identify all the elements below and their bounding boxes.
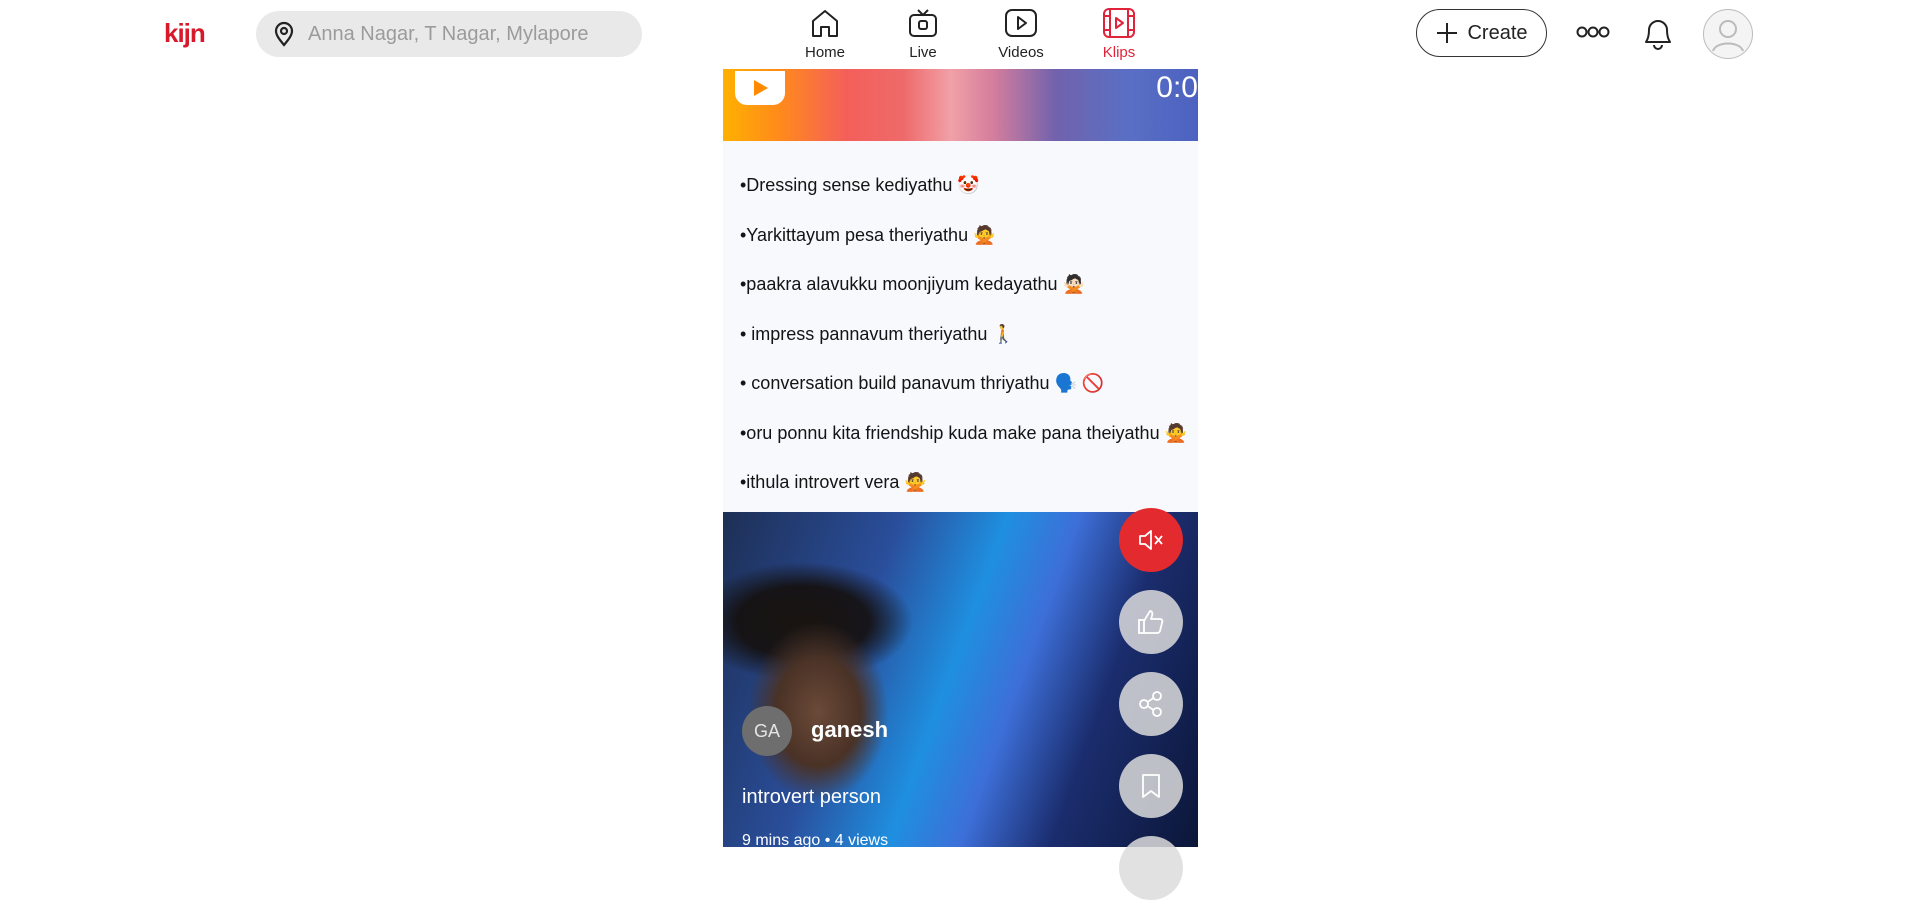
create-button[interactable]: Create [1416,9,1547,57]
nav-live-label: Live [909,44,937,61]
share-button[interactable] [1119,672,1183,736]
video-top-banner [723,69,1198,141]
like-button[interactable] [1119,590,1183,654]
overlay-line: • conversation build panavum thriyathu 🗣… [740,373,1105,393]
video-caption: introvert person [742,786,881,808]
video-meta: 9 mins ago • 4 views [742,832,889,847]
channel-name[interactable]: ganesh [811,717,888,743]
nav-live[interactable]: Live [874,6,972,61]
nav-home-label: Home [804,44,845,61]
bookmark-button[interactable] [1119,754,1183,818]
thumbs-up-icon [1138,610,1164,634]
nav-videos[interactable]: Videos [972,6,1070,61]
live-tv-icon [909,9,937,37]
location-pin-icon [274,21,294,47]
nav-home[interactable]: Home [776,6,874,61]
video-text-overlay: •Dressing sense kediyathu 🤡 •Yarkittayum… [723,141,1198,512]
share-icon [1139,691,1162,717]
more-action-button[interactable] [1119,836,1183,900]
user-profile-icon [1712,20,1744,52]
nav-klips[interactable]: Klips [1070,6,1168,61]
notification-bell-icon[interactable] [1640,14,1676,57]
more-options-icon[interactable] [1576,20,1610,49]
main-nav: Home Live Videos Klips [776,6,1168,61]
overlay-line: •paakra alavukku moonjiyum kedayathu 🙅🏻 [740,274,1085,294]
overlay-line: •Dressing sense kediyathu 🤡 [740,175,980,195]
video-timecode: 0:0 [1156,71,1198,104]
location-search-input[interactable] [306,21,630,47]
channel-avatar[interactable]: GA [742,706,792,756]
nav-videos-label: Videos [998,44,1044,61]
nav-klips-label: Klips [1102,44,1136,61]
film-strip-icon [1103,8,1135,38]
overlay-line: •Yarkittayum pesa theriyathu 🙅 [740,225,996,245]
play-square-icon [1005,9,1037,37]
overlay-line: •ithula introvert vera 🙅 [740,472,927,492]
home-icon [812,10,838,37]
overlay-line: •oru ponnu kita friendship kuda make pan… [740,423,1187,443]
overlay-line: • impress pannavum theriyathu 🚶 [740,324,1015,344]
mute-button[interactable] [1119,508,1183,572]
mute-icon [1139,530,1163,550]
kijn-logo[interactable]: kijn [164,18,206,49]
location-search[interactable] [256,11,642,57]
klip-video-player[interactable]: 0:0 •Dressing sense kediyathu 🤡 •Yarkitt… [723,69,1198,847]
youtube-play-icon [735,71,785,105]
bookmark-icon [1142,774,1160,798]
plus-icon [1437,23,1458,43]
create-button-label: Create [1467,21,1528,44]
user-avatar[interactable] [1703,9,1753,59]
